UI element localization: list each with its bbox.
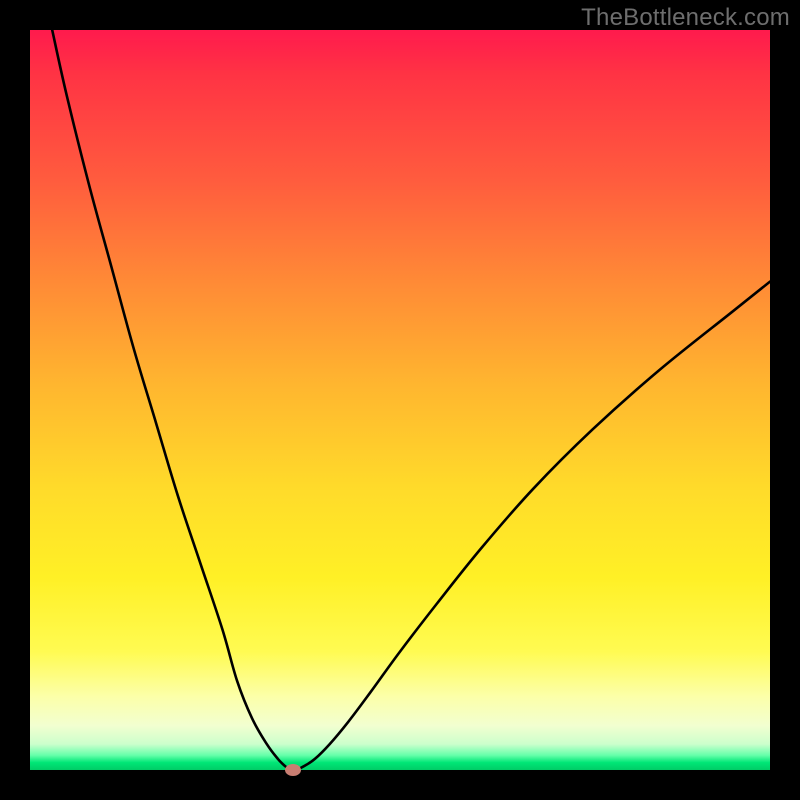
watermark-text: TheBottleneck.com [581, 4, 790, 32]
bottleneck-curve [30, 30, 770, 770]
chart-frame: TheBottleneck.com [0, 0, 800, 800]
optimum-marker [285, 764, 301, 776]
plot-area [30, 30, 770, 770]
